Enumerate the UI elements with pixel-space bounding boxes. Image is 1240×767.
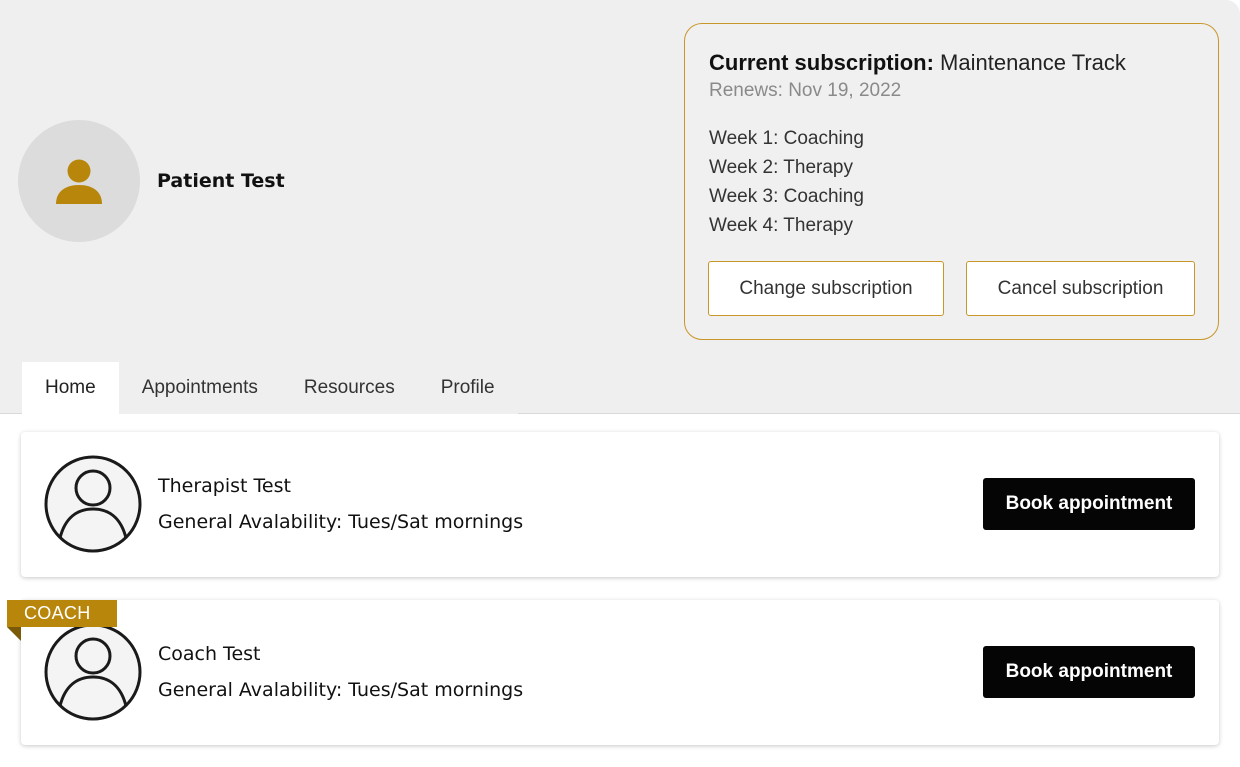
subscription-plan: Maintenance Track xyxy=(940,50,1126,75)
tab-profile[interactable]: Profile xyxy=(417,362,518,414)
change-subscription-button[interactable]: Change subscription xyxy=(708,261,944,316)
provider-card-coach: Coach Test General Avalability: Tues/Sat… xyxy=(21,600,1219,745)
subscription-renewal-date: Renews: Nov 19, 2022 xyxy=(709,80,902,101)
provider-name: Coach Test xyxy=(158,643,261,665)
user-outline-icon xyxy=(44,455,142,553)
person-icon xyxy=(56,159,102,204)
subscription-title: Current subscription: Maintenance Track xyxy=(709,50,1126,76)
provider-availability: General Avalability: Tues/Sat mornings xyxy=(158,679,524,701)
book-appointment-button[interactable]: Book appointment xyxy=(983,478,1195,530)
week-item: Week 3: Coaching xyxy=(709,186,864,207)
user-avatar xyxy=(18,120,140,242)
subscription-week-list: Week 1: Coaching Week 2: Therapy Week 3:… xyxy=(709,124,864,240)
main-tabs: Home Appointments Resources Profile xyxy=(22,362,518,414)
subscription-card: Current subscription: Maintenance Track … xyxy=(684,23,1219,340)
week-item: Week 1: Coaching xyxy=(709,128,864,149)
provider-availability: General Avalability: Tues/Sat mornings xyxy=(158,511,524,533)
user-outline-icon xyxy=(44,623,142,721)
tab-home[interactable]: Home xyxy=(22,362,119,414)
profile-header: Patient Test Current subscription: Maint… xyxy=(0,0,1240,414)
provider-card-therapist: Therapist Test General Avalability: Tues… xyxy=(21,432,1219,577)
week-item: Week 2: Therapy xyxy=(709,157,853,178)
subscription-label: Current subscription: xyxy=(709,50,934,75)
coach-badge-fold xyxy=(7,627,21,641)
patient-name: Patient Test xyxy=(157,170,285,192)
book-appointment-button[interactable]: Book appointment xyxy=(983,646,1195,698)
coach-badge: COACH xyxy=(7,600,117,627)
cancel-subscription-button[interactable]: Cancel subscription xyxy=(966,261,1195,316)
provider-name: Therapist Test xyxy=(158,475,291,497)
tab-resources[interactable]: Resources xyxy=(280,362,418,414)
tab-appointments[interactable]: Appointments xyxy=(118,362,281,414)
week-item: Week 4: Therapy xyxy=(709,215,853,236)
